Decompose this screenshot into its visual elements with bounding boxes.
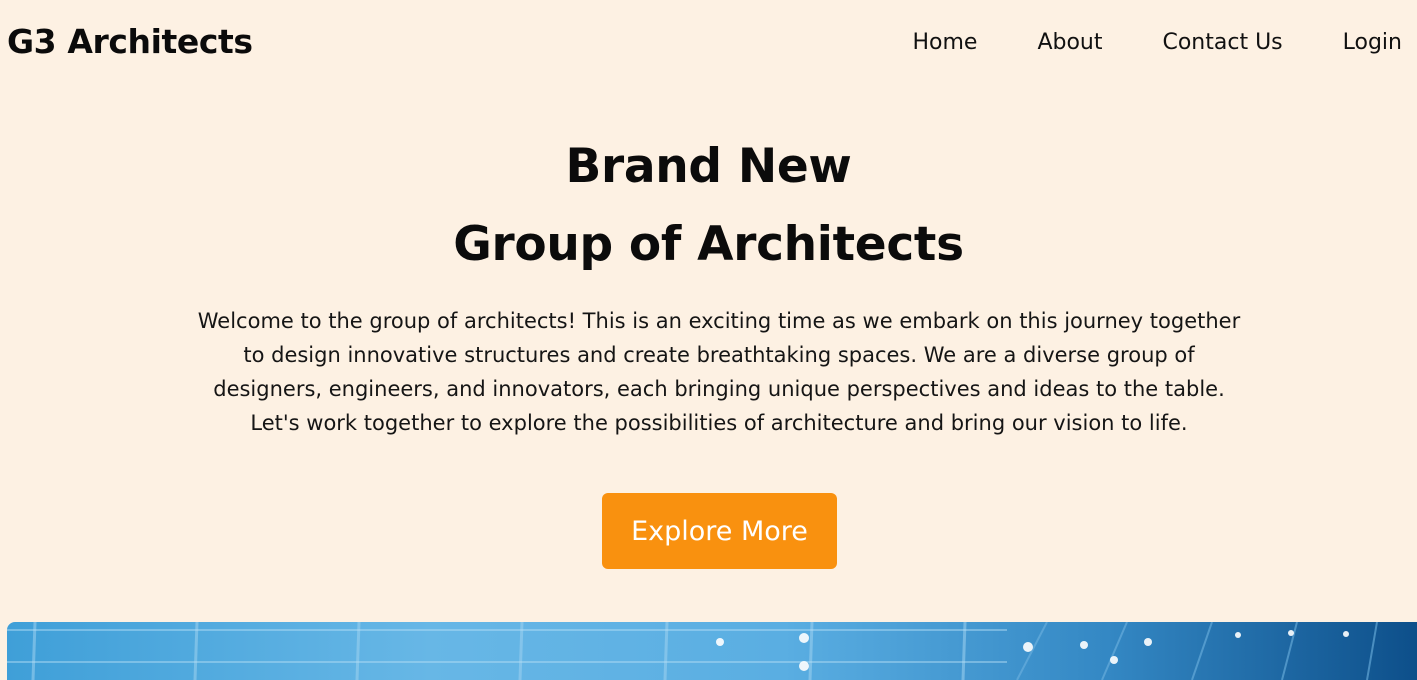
- hero-description: Welcome to the group of architects! This…: [197, 309, 1241, 435]
- hero-title-line-2: Group of Architects: [453, 217, 964, 272]
- navbar: G3 Architects Home About Contact Us Logi…: [0, 0, 1417, 90]
- brand-logo[interactable]: G3 Architects: [7, 22, 253, 61]
- nav-link-login[interactable]: Login: [1343, 30, 1402, 55]
- hero-image-building-facade: [7, 622, 1417, 680]
- nav-link-home[interactable]: Home: [912, 30, 977, 55]
- explore-more-button[interactable]: Explore More: [602, 493, 837, 569]
- nav-link-about[interactable]: About: [1037, 30, 1102, 55]
- hero-title-line-1: Brand New: [565, 139, 852, 194]
- hero-section: Brand New Group of Architects Welcome to…: [0, 128, 1417, 435]
- hero-title: Brand New Group of Architects: [0, 128, 1417, 284]
- nav-link-contact-us[interactable]: Contact Us: [1162, 30, 1282, 55]
- nav-menu: Home About Contact Us Login: [912, 30, 1402, 55]
